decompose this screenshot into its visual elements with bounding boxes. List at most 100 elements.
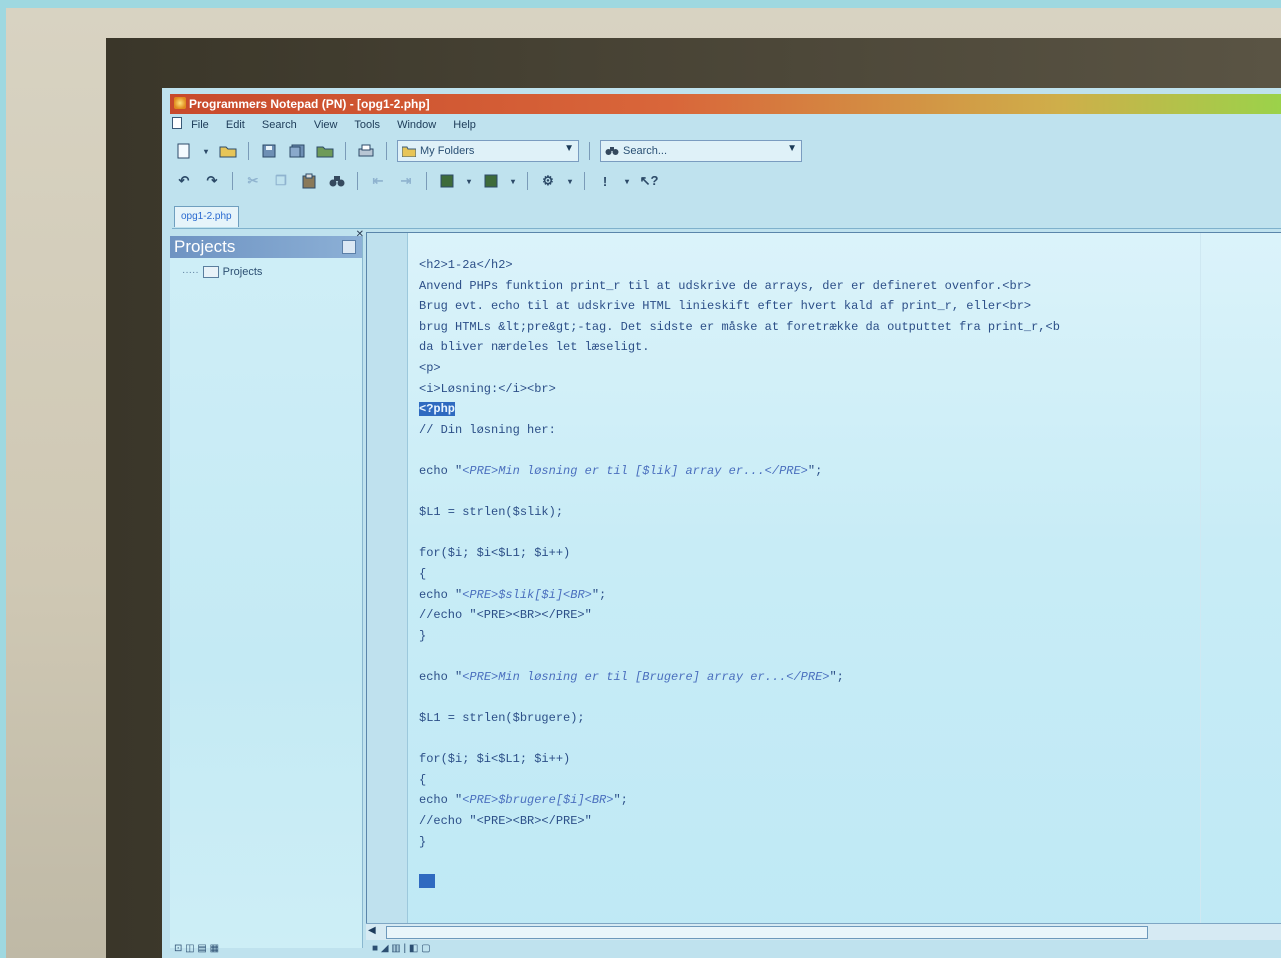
document-tabstrip: opg1-2.php bbox=[172, 204, 1281, 229]
code-editor[interactable]: <h2>1-2a</h2> Anvend PHPs funktion print_… bbox=[366, 232, 1281, 932]
code-line[interactable]: da bliver nærdeles let læseligt. bbox=[419, 337, 1281, 358]
print-icon[interactable] bbox=[356, 142, 376, 160]
code-token: } bbox=[419, 628, 427, 643]
search-combo[interactable]: Search... ▼ bbox=[600, 140, 802, 162]
code-token: Brug evt. echo til at udskrive HTML lini… bbox=[419, 299, 1032, 314]
indent-icon[interactable]: ⇤ bbox=[368, 172, 388, 190]
code-token: echo " bbox=[419, 463, 463, 478]
editor-gutter bbox=[367, 233, 408, 932]
menu-help[interactable]: Help bbox=[453, 119, 476, 131]
tree-item-projects[interactable]: ····· Projects bbox=[182, 266, 362, 278]
help-context-icon[interactable]: ↖? bbox=[639, 172, 659, 190]
code-text[interactable]: <h2>1-2a</h2> Anvend PHPs funktion print_… bbox=[419, 255, 1281, 893]
code-line[interactable]: $L1 = strlen($slik); bbox=[419, 502, 1281, 523]
code-line[interactable] bbox=[419, 729, 1281, 750]
code-token: for($i; $i<$L1; $i++) bbox=[419, 546, 571, 561]
code-line[interactable]: for($i; $i<$L1; $i++) bbox=[419, 543, 1281, 564]
code-line[interactable]: $L1 = strlen($brugere); bbox=[419, 708, 1281, 729]
code-token: da bliver nærdeles let læseligt. bbox=[419, 340, 650, 355]
tree-item-label: Projects bbox=[222, 266, 263, 278]
code-line[interactable]: <i>Løsning:</i><br> bbox=[419, 379, 1281, 400]
open-project-icon[interactable] bbox=[315, 142, 335, 160]
gear-icon[interactable]: ⚙ bbox=[538, 172, 558, 190]
toolbar-separator bbox=[527, 172, 528, 190]
menu-edit[interactable]: Edit bbox=[226, 119, 245, 131]
menu-search[interactable]: Search bbox=[262, 119, 297, 131]
code-token: <h2>1-2a</h2> bbox=[419, 258, 513, 272]
exclamation-dropdown-icon[interactable]: ▾ bbox=[623, 172, 631, 190]
code-line[interactable]: echo "<PRE>Min løsning er til [Brugere] … bbox=[419, 667, 1281, 688]
code-line[interactable]: echo "<PRE>$brugere[$i]<BR>"; bbox=[419, 790, 1281, 811]
code-line[interactable]: brug HTMLs &lt;pre&gt;-tag. Det sidste e… bbox=[419, 317, 1281, 338]
code-line[interactable]: // Din løsning her: bbox=[419, 420, 1281, 441]
code-line[interactable] bbox=[419, 482, 1281, 503]
code-line[interactable] bbox=[419, 646, 1281, 667]
code-token: { bbox=[419, 566, 427, 581]
code-line[interactable]: for($i; $i<$L1; $i++) bbox=[419, 749, 1281, 770]
scrollbar-thumb[interactable] bbox=[386, 926, 1148, 939]
paste-icon[interactable] bbox=[299, 172, 319, 190]
view-toggle-icon[interactable]: ⊡ ◫ ▤ ▦ bbox=[174, 943, 219, 954]
gear-dropdown-icon[interactable]: ▾ bbox=[566, 172, 574, 190]
copy-icon[interactable]: ❐ bbox=[271, 172, 291, 190]
menu-bar: File Edit Search View Tools Window Help bbox=[172, 116, 1281, 134]
new-dropdown-icon[interactable]: ▾ bbox=[202, 142, 210, 160]
document-icon[interactable] bbox=[172, 117, 182, 129]
new-file-icon[interactable] bbox=[174, 142, 194, 160]
code-line[interactable]: } bbox=[419, 626, 1281, 647]
screen: Programmers Notepad (PN) - [opg1-2.php] … bbox=[162, 88, 1281, 958]
code-line[interactable] bbox=[419, 873, 1281, 894]
code-line[interactable]: } bbox=[419, 832, 1281, 853]
code-line[interactable]: echo "<PRE>$slik[$i]<BR>"; bbox=[419, 585, 1281, 606]
menu-view[interactable]: View bbox=[314, 119, 338, 131]
toolbar-separator bbox=[357, 172, 358, 190]
folder-icon bbox=[402, 146, 416, 157]
exclamation-icon[interactable]: ! bbox=[595, 172, 615, 190]
cut-icon[interactable]: ✂ bbox=[243, 172, 263, 190]
outdent-icon[interactable]: ⇥ bbox=[396, 172, 416, 190]
save-icon[interactable] bbox=[259, 142, 279, 160]
code-line[interactable] bbox=[419, 523, 1281, 544]
code-token: Anvend PHPs funktion print_r til at udsk… bbox=[419, 278, 1032, 293]
horizontal-scrollbar[interactable]: ◀ bbox=[366, 923, 1281, 940]
find-icon[interactable] bbox=[327, 172, 347, 190]
menu-window[interactable]: Window bbox=[397, 119, 436, 131]
tab-opg1-2-php[interactable]: opg1-2.php bbox=[174, 206, 239, 227]
code-line[interactable] bbox=[419, 852, 1281, 873]
redo-icon[interactable]: ↷ bbox=[202, 172, 222, 190]
editor-view-icons[interactable]: ■ ◢ ▥ | ◧ ▢ bbox=[372, 943, 431, 954]
code-line[interactable]: Anvend PHPs funktion print_r til at udsk… bbox=[419, 276, 1281, 297]
bookmark-next-icon[interactable] bbox=[481, 172, 501, 190]
menu-tools[interactable]: Tools bbox=[354, 119, 380, 131]
code-line[interactable]: Brug evt. echo til at udskrive HTML lini… bbox=[419, 296, 1281, 317]
code-token: echo " bbox=[419, 587, 463, 602]
code-line[interactable] bbox=[419, 440, 1281, 461]
bookmark-dropdown-icon[interactable]: ▾ bbox=[465, 172, 473, 190]
menu-file[interactable]: File bbox=[191, 119, 209, 131]
code-line[interactable]: { bbox=[419, 770, 1281, 791]
bookmark-icon[interactable] bbox=[437, 172, 457, 190]
code-line[interactable]: { bbox=[419, 564, 1281, 585]
code-line[interactable]: <?php bbox=[419, 399, 1281, 420]
chevron-down-icon[interactable]: ▼ bbox=[564, 143, 574, 154]
projects-panel-header: Projects ✕ bbox=[170, 229, 364, 258]
scroll-left-icon[interactable]: ◀ bbox=[368, 925, 376, 936]
code-line[interactable]: //echo "<PRE><BR></PRE>" bbox=[419, 811, 1281, 832]
string-literal: <PRE>$slik[$i]<BR> bbox=[462, 587, 592, 602]
undo-icon[interactable]: ↶ bbox=[174, 172, 194, 190]
code-token: { bbox=[419, 772, 427, 787]
panel-toggle-icon[interactable] bbox=[342, 240, 356, 254]
folders-combo[interactable]: My Folders ▼ bbox=[397, 140, 579, 162]
save-all-icon[interactable] bbox=[287, 142, 307, 160]
toolbar-separator bbox=[386, 142, 387, 160]
code-line[interactable]: echo "<PRE>Min løsning er til [$lik] arr… bbox=[419, 461, 1281, 482]
close-icon[interactable]: ✕ bbox=[356, 224, 364, 246]
chevron-down-icon[interactable]: ▼ bbox=[787, 143, 797, 154]
code-line[interactable]: <p> bbox=[419, 358, 1281, 379]
code-line[interactable] bbox=[419, 687, 1281, 708]
code-line[interactable]: //echo "<PRE><BR></PRE>" bbox=[419, 605, 1281, 626]
open-file-icon[interactable] bbox=[218, 142, 238, 160]
code-token: $L1 = strlen($brugere); bbox=[419, 711, 585, 726]
bookmark-next-dropdown-icon[interactable]: ▾ bbox=[509, 172, 517, 190]
code-line[interactable]: <h2>1-2a</h2> bbox=[419, 255, 1281, 276]
